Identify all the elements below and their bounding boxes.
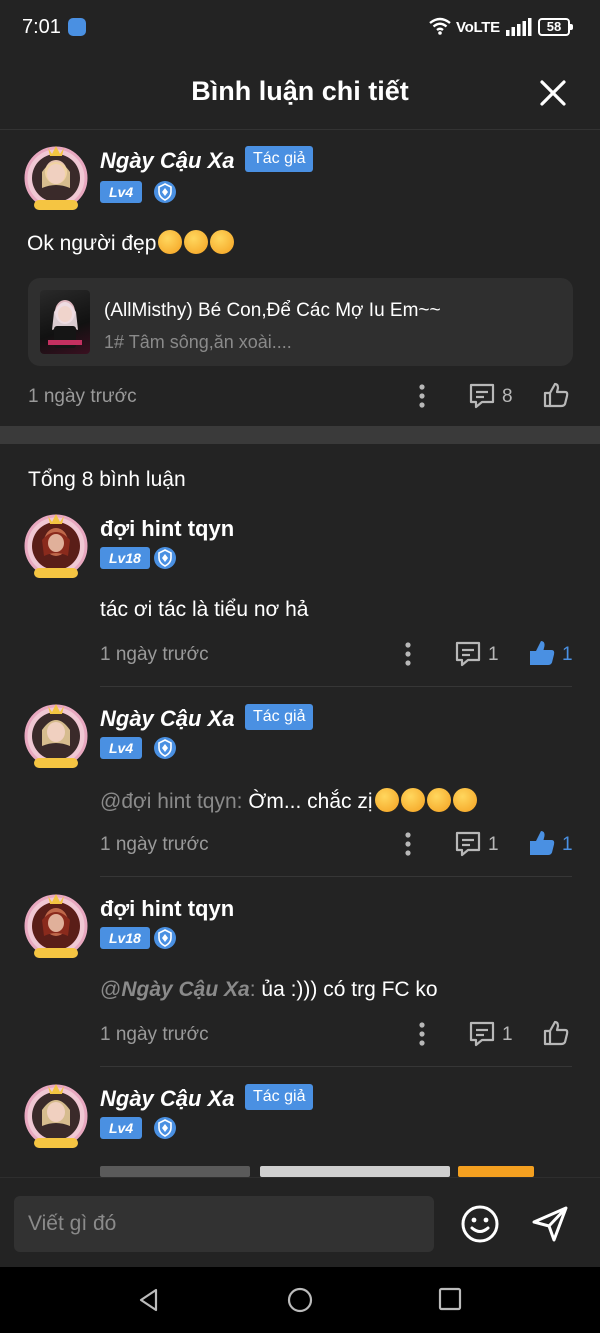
avatar[interactable] (22, 510, 90, 582)
more-icon[interactable] (402, 640, 414, 668)
reply-count: 1 (502, 1024, 513, 1045)
comment-input[interactable] (14, 1196, 434, 1252)
reply-icon[interactable] (454, 830, 482, 858)
avatar[interactable] (22, 142, 90, 214)
comment-text-content: Ok người đẹp (27, 232, 157, 255)
author-badge: Tác giả (245, 704, 314, 730)
username[interactable]: đợi hint tqyn (100, 516, 234, 542)
level-badge: Lv18 (100, 547, 150, 569)
comment-time: 1 ngày trước (28, 386, 137, 407)
shield-icon (154, 927, 176, 949)
page-title: Bình luận chi tiết (191, 76, 409, 106)
disappointed-face-emoji (374, 788, 399, 812)
avatar[interactable] (22, 700, 90, 772)
book-title: (AllMisthy) Bé Con,Để Các Mợ Iu Em~~ (104, 300, 441, 321)
smiling-hearts-emoji (210, 230, 235, 254)
system-nav-bar (0, 1267, 600, 1333)
smiling-hearts-emoji (184, 230, 209, 254)
like-icon[interactable] (542, 381, 570, 409)
header: Bình luận chi tiết (0, 56, 600, 130)
comment-text: tác ơi tác là tiểu nơ hả (100, 598, 309, 621)
comment-text: @đợi hint tqyn: Ờm... chắc zị (100, 788, 477, 814)
section-separator (0, 426, 600, 444)
divider (100, 1066, 572, 1067)
like-count: 1 (562, 834, 573, 855)
like-icon[interactable] (528, 829, 556, 857)
mention-prefix: @ (100, 978, 122, 1001)
reply-count: 1 (488, 644, 499, 665)
username[interactable]: Ngày Cậu Xa (100, 148, 235, 174)
comment-time: 1 ngày trước (100, 1024, 209, 1045)
reply-icon[interactable] (468, 1020, 496, 1048)
emoji-icon[interactable] (460, 1204, 500, 1244)
comment-time: 1 ngày trước (100, 644, 209, 665)
divider (100, 876, 572, 877)
mention[interactable]: @đợi hint tqyn: (100, 790, 243, 813)
nav-back-icon[interactable] (136, 1287, 162, 1313)
level-badge: Lv4 (100, 737, 143, 759)
like-count: 1 (562, 644, 573, 665)
reply-icon[interactable] (468, 382, 496, 410)
battery-indicator: 58 (538, 18, 573, 36)
level-badge: Lv4 (100, 1117, 143, 1139)
comment-thread[interactable]: Ngày Cậu Xa Tác giả Lv4 Ok người đẹp (Al… (0, 130, 600, 1177)
book-chapter: 1# Tâm sông,ăn xoài.... (104, 332, 292, 352)
author-badge: Tác giả (245, 1084, 314, 1110)
shield-icon (154, 1117, 176, 1139)
divider (100, 686, 572, 687)
mention-name[interactable]: Ngày Cậu Xa (121, 978, 249, 1001)
status-time: 7:01 (22, 16, 61, 38)
level-badge: Lv18 (100, 927, 150, 949)
comment-text: @Ngày Cậu Xa: ủa :))) có trg FC ko (100, 978, 438, 1002)
reply-count: 8 (502, 386, 513, 407)
comment-text-content: Ờm... chắc zị (242, 790, 373, 813)
smiling-hearts-emoji (426, 788, 451, 812)
more-icon[interactable] (416, 382, 428, 410)
send-icon[interactable] (530, 1204, 570, 1244)
smiling-hearts-emoji (452, 788, 477, 812)
username[interactable]: Ngày Cậu Xa (100, 706, 235, 732)
avatar[interactable] (22, 890, 90, 962)
status-bar: 7:01 VoLTE 58 (0, 0, 600, 56)
disappointed-face-emoji (400, 788, 425, 812)
like-icon[interactable] (528, 639, 556, 667)
more-icon[interactable] (416, 1020, 428, 1048)
like-icon[interactable] (542, 1019, 570, 1047)
level-badge: Lv4 (100, 181, 143, 203)
app-notification-icon (68, 18, 86, 36)
comment-text-clipped (100, 1166, 540, 1177)
username[interactable]: đợi hint tqyn (100, 896, 234, 922)
comment-text-content: ủa :))) có trg FC ko (255, 978, 438, 1001)
comment-time: 1 ngày trước (100, 834, 209, 855)
volte-label: VoLTE (456, 19, 500, 36)
signal-icon (506, 18, 532, 36)
shield-icon (154, 181, 176, 203)
smiling-hearts-emoji (158, 230, 183, 254)
comment-input-bar (0, 1177, 600, 1267)
avatar[interactable] (22, 1080, 90, 1152)
author-badge: Tác giả (245, 146, 314, 172)
reply-count: 1 (488, 834, 499, 855)
wifi-icon (429, 17, 451, 35)
shield-icon (154, 737, 176, 759)
nav-recent-icon[interactable] (438, 1287, 462, 1311)
reply-icon[interactable] (454, 640, 482, 668)
close-icon[interactable] (536, 76, 570, 110)
nav-home-icon[interactable] (287, 1287, 313, 1313)
username[interactable]: Ngày Cậu Xa (100, 1086, 235, 1112)
book-card[interactable]: (AllMisthy) Bé Con,Để Các Mợ Iu Em~~ 1# … (28, 278, 573, 366)
shield-icon (154, 547, 176, 569)
comment-text: Ok người đẹp (27, 230, 235, 256)
total-comments-label: Tổng 8 bình luận (28, 468, 186, 491)
book-cover (40, 290, 90, 354)
more-icon[interactable] (402, 830, 414, 858)
